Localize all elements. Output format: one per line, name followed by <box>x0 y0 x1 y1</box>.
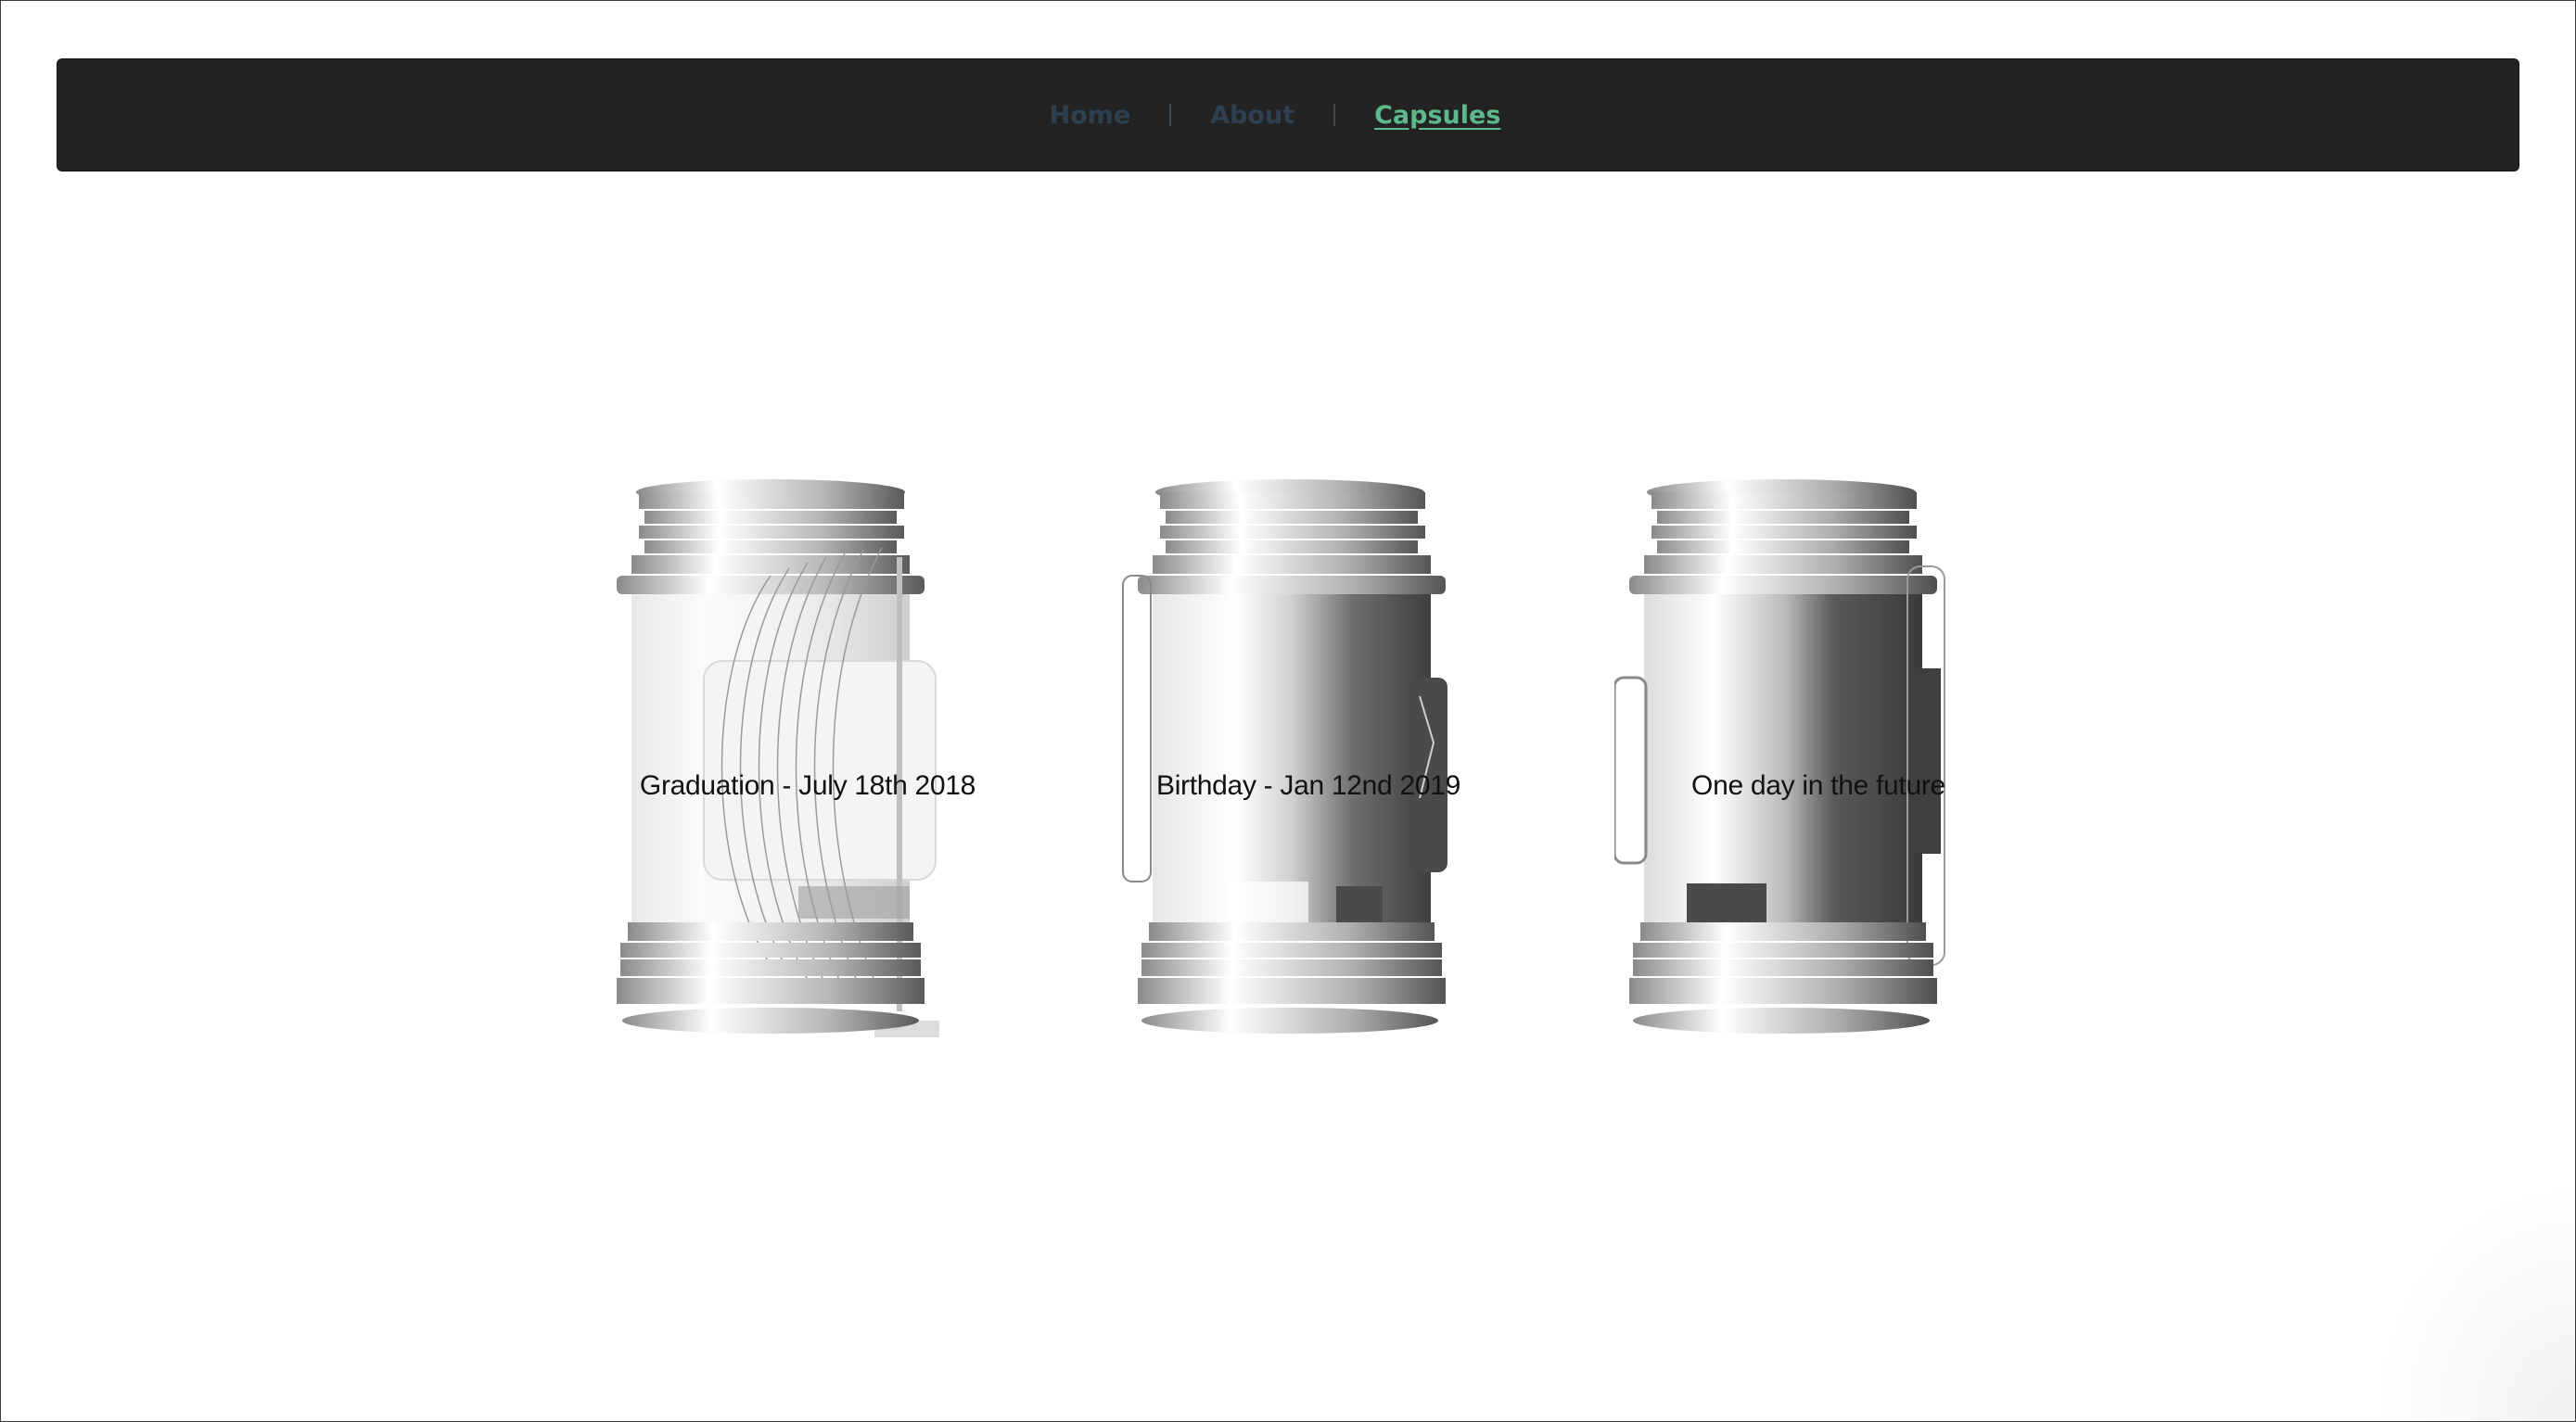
nav-divider <box>1169 104 1172 126</box>
capsule-graduation[interactable]: Graduation - July 18th 2018 <box>604 464 1012 1076</box>
capsule-label: Graduation - July 18th 2018 <box>639 770 976 801</box>
page: Home About Capsules Graduation - July 18… <box>0 0 2576 1422</box>
nav-home-link[interactable]: Home <box>1050 101 1131 130</box>
nav-about-link[interactable]: About <box>1210 101 1294 130</box>
nav-menu: Home About Capsules <box>1050 101 1501 130</box>
capsule-gallery: Graduation - July 18th 2018 Birthday - J… <box>1 464 2576 1076</box>
capsule-label: One day in the future <box>1691 770 1945 801</box>
capsule-future[interactable]: One day in the future <box>1614 464 2022 1076</box>
capsule-birthday[interactable]: Birthday - Jan 12nd 2019 <box>1104 464 1512 1076</box>
nav-divider <box>1333 104 1336 126</box>
nav-capsules-link[interactable]: Capsules <box>1374 101 1500 130</box>
capsule-label: Birthday - Jan 12nd 2019 <box>1155 770 1461 801</box>
top-navbar: Home About Capsules <box>57 58 2519 171</box>
corner-shadow <box>2371 1180 2575 1421</box>
